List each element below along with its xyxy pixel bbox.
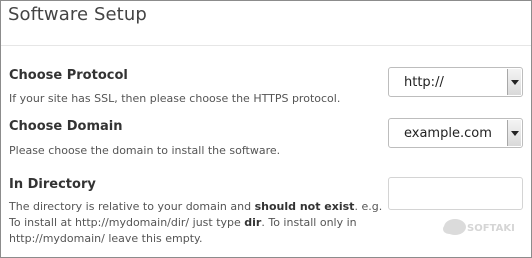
- directory-hint-line-2: To install at http://mydomain/dir/ just …: [9, 215, 382, 231]
- protocol-select[interactable]: http://: [388, 67, 523, 97]
- hint-text: . e.g.: [354, 200, 383, 213]
- domain-label: Choose Domain: [9, 119, 123, 134]
- chevron-down-icon[interactable]: [507, 120, 521, 146]
- protocol-label: Choose Protocol: [9, 68, 128, 83]
- directory-hint-line-3: http://mydomain/ leave this empty.: [9, 232, 203, 245]
- directory-hint: The directory is relative to your domain…: [9, 199, 382, 247]
- hint-bold-text: should not exist: [254, 200, 355, 213]
- chevron-down-icon[interactable]: [507, 69, 521, 95]
- directory-input[interactable]: [388, 177, 523, 210]
- watermark-text: SOFTAKI: [467, 223, 515, 234]
- panel-title: Software Setup: [8, 4, 147, 25]
- softaculous-logo-watermark: SOFTAKI: [443, 219, 515, 235]
- software-setup-panel: Software Setup Choose Protocol If your s…: [0, 0, 532, 258]
- protocol-selected-value: http://: [404, 75, 444, 90]
- hint-text: The directory is relative to your domain…: [9, 200, 255, 213]
- domain-hint: Please choose the domain to install the …: [9, 144, 281, 157]
- domain-select[interactable]: example.com: [388, 118, 523, 148]
- hint-text: To install at http://mydomain/dir/ just …: [9, 216, 245, 229]
- hint-text: . To install only in: [261, 216, 357, 229]
- directory-hint-line-1: The directory is relative to your domain…: [9, 199, 382, 215]
- protocol-hint: If your site has SSL, then please choose…: [9, 92, 341, 105]
- directory-label: In Directory: [9, 177, 96, 192]
- domain-selected-value: example.com: [404, 126, 492, 141]
- panel-header: Software Setup: [1, 1, 531, 46]
- hint-bold-text: dir: [244, 216, 262, 229]
